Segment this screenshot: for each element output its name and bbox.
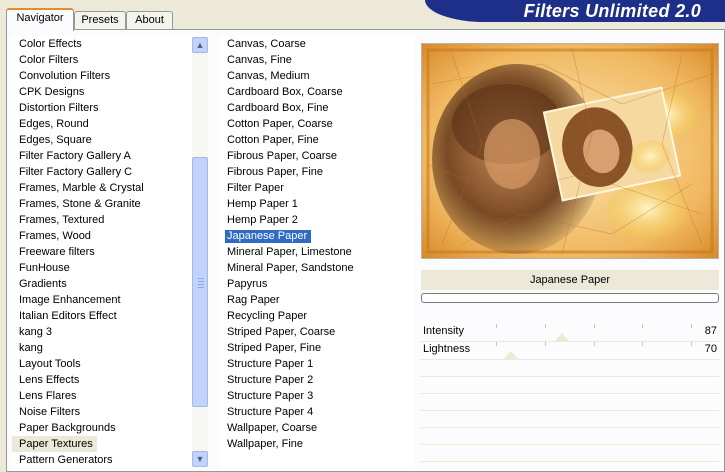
category-list[interactable]: Color Effects Color Filters Convolution Fi… <box>12 35 207 468</box>
category-item[interactable]: Distortion Filters <box>12 100 207 116</box>
filter-list[interactable]: Canvas, Coarse Canvas, Fine Canvas, Medium… <box>220 35 415 468</box>
category-item[interactable]: Gradients <box>12 276 207 292</box>
category-item[interactable]: Freeware filters <box>12 244 207 260</box>
empty-slider-row <box>421 428 719 445</box>
tab-about[interactable]: About <box>126 11 173 30</box>
category-item[interactable]: CPK Designs <box>12 84 207 100</box>
category-item[interactable]: Paper Textures <box>12 436 97 452</box>
filter-item[interactable]: Structure Paper 1 <box>220 356 415 372</box>
filter-item[interactable]: Cardboard Box, Fine <box>220 100 415 116</box>
preview-image <box>421 43 719 259</box>
category-item[interactable]: Italian Editors Effect <box>12 308 207 324</box>
scrollbar-thumb[interactable] <box>192 157 208 407</box>
category-item[interactable]: Lens Effects <box>12 372 207 388</box>
slider-value: 87 <box>704 325 717 337</box>
slider-track[interactable] <box>496 342 692 360</box>
empty-slider-row <box>421 394 719 411</box>
tab-presets[interactable]: Presets <box>74 11 126 30</box>
empty-slider-row <box>421 377 719 394</box>
category-item[interactable]: Filter Factory Gallery C <box>12 164 207 180</box>
filter-item[interactable]: Canvas, Fine <box>220 52 415 68</box>
category-item[interactable]: Lens Flares <box>12 388 207 404</box>
app-banner: Filters Unlimited 2.0 <box>425 0 725 22</box>
filter-item[interactable]: Filter Paper <box>220 180 415 196</box>
slider-value: 70 <box>704 343 717 355</box>
filter-item[interactable]: Cotton Paper, Fine <box>220 132 415 148</box>
category-item[interactable]: Layout Tools <box>12 356 207 372</box>
parameter-sliders: Intensity 87 Lightness 70 <box>421 324 719 462</box>
filter-item[interactable]: Structure Paper 4 <box>220 404 415 420</box>
category-item[interactable]: Image Enhancement <box>12 292 207 308</box>
category-item[interactable]: Filter Factory Gallery A <box>12 148 207 164</box>
tab-navigator[interactable]: Navigator <box>6 8 74 31</box>
category-item[interactable]: Pattern Generators <box>12 452 207 468</box>
slider-lightness[interactable]: Lightness 70 <box>421 342 719 360</box>
slider-track[interactable] <box>496 324 692 342</box>
slider-label: Lightness <box>423 343 471 355</box>
category-item[interactable]: Edges, Square <box>12 132 207 148</box>
progress-bar <box>421 293 719 303</box>
category-item[interactable]: Noise Filters <box>12 404 207 420</box>
filter-item[interactable]: Fibrous Paper, Fine <box>220 164 415 180</box>
filter-item[interactable]: Cardboard Box, Coarse <box>220 84 415 100</box>
filter-item[interactable]: Recycling Paper <box>220 308 415 324</box>
slider-intensity[interactable]: Intensity 87 <box>421 324 719 342</box>
empty-slider-row <box>421 360 719 377</box>
category-item[interactable]: Paper Backgrounds <box>12 420 207 436</box>
filter-item[interactable]: Canvas, Medium <box>220 68 415 84</box>
category-item[interactable]: Frames, Wood <box>12 228 207 244</box>
filter-item[interactable]: Japanese Paper <box>220 228 415 244</box>
filter-item[interactable]: Structure Paper 2 <box>220 372 415 388</box>
preview-artwork <box>422 44 718 258</box>
category-item[interactable]: Frames, Marble & Crystal <box>12 180 207 196</box>
category-item[interactable]: kang <box>12 340 207 356</box>
category-item[interactable]: FunHouse <box>12 260 207 276</box>
filter-item[interactable]: Cotton Paper, Coarse <box>220 116 415 132</box>
filter-item[interactable]: Hemp Paper 2 <box>220 212 415 228</box>
category-item[interactable]: Frames, Textured <box>12 212 207 228</box>
slider-label: Intensity <box>423 325 464 337</box>
filter-item[interactable]: Rag Paper <box>220 292 415 308</box>
category-scrollbar[interactable]: ▲ ▼ <box>192 37 208 467</box>
filter-item[interactable]: Striped Paper, Fine <box>220 340 415 356</box>
filter-item[interactable]: Fibrous Paper, Coarse <box>220 148 415 164</box>
filter-item[interactable]: Hemp Paper 1 <box>220 196 415 212</box>
filter-item[interactable]: Canvas, Coarse <box>220 36 415 52</box>
category-item[interactable]: Color Effects <box>12 36 207 52</box>
empty-slider-row <box>421 445 719 462</box>
category-item[interactable]: Edges, Round <box>12 116 207 132</box>
category-item[interactable]: Color Filters <box>12 52 207 68</box>
filter-item[interactable]: Wallpaper, Coarse <box>220 420 415 436</box>
filter-item[interactable]: Mineral Paper, Sandstone <box>220 260 415 276</box>
filter-item[interactable]: Mineral Paper, Limestone <box>220 244 415 260</box>
filter-item[interactable]: Striped Paper, Coarse <box>220 324 415 340</box>
filter-item[interactable]: Wallpaper, Fine <box>220 436 415 452</box>
filter-name-display: Japanese Paper <box>421 270 719 290</box>
category-item[interactable]: kang 3 <box>12 324 207 340</box>
slider-thumb[interactable] <box>502 351 519 360</box>
filter-item[interactable]: Structure Paper 3 <box>220 388 415 404</box>
empty-slider-row <box>421 411 719 428</box>
chevron-down-icon[interactable]: ▼ <box>192 451 208 467</box>
chevron-up-icon[interactable]: ▲ <box>192 37 208 53</box>
slider-thumb[interactable] <box>554 333 571 342</box>
category-item[interactable]: Frames, Stone & Granite <box>12 196 207 212</box>
category-item[interactable]: Convolution Filters <box>12 68 207 84</box>
filter-item[interactable]: Papyrus <box>220 276 415 292</box>
